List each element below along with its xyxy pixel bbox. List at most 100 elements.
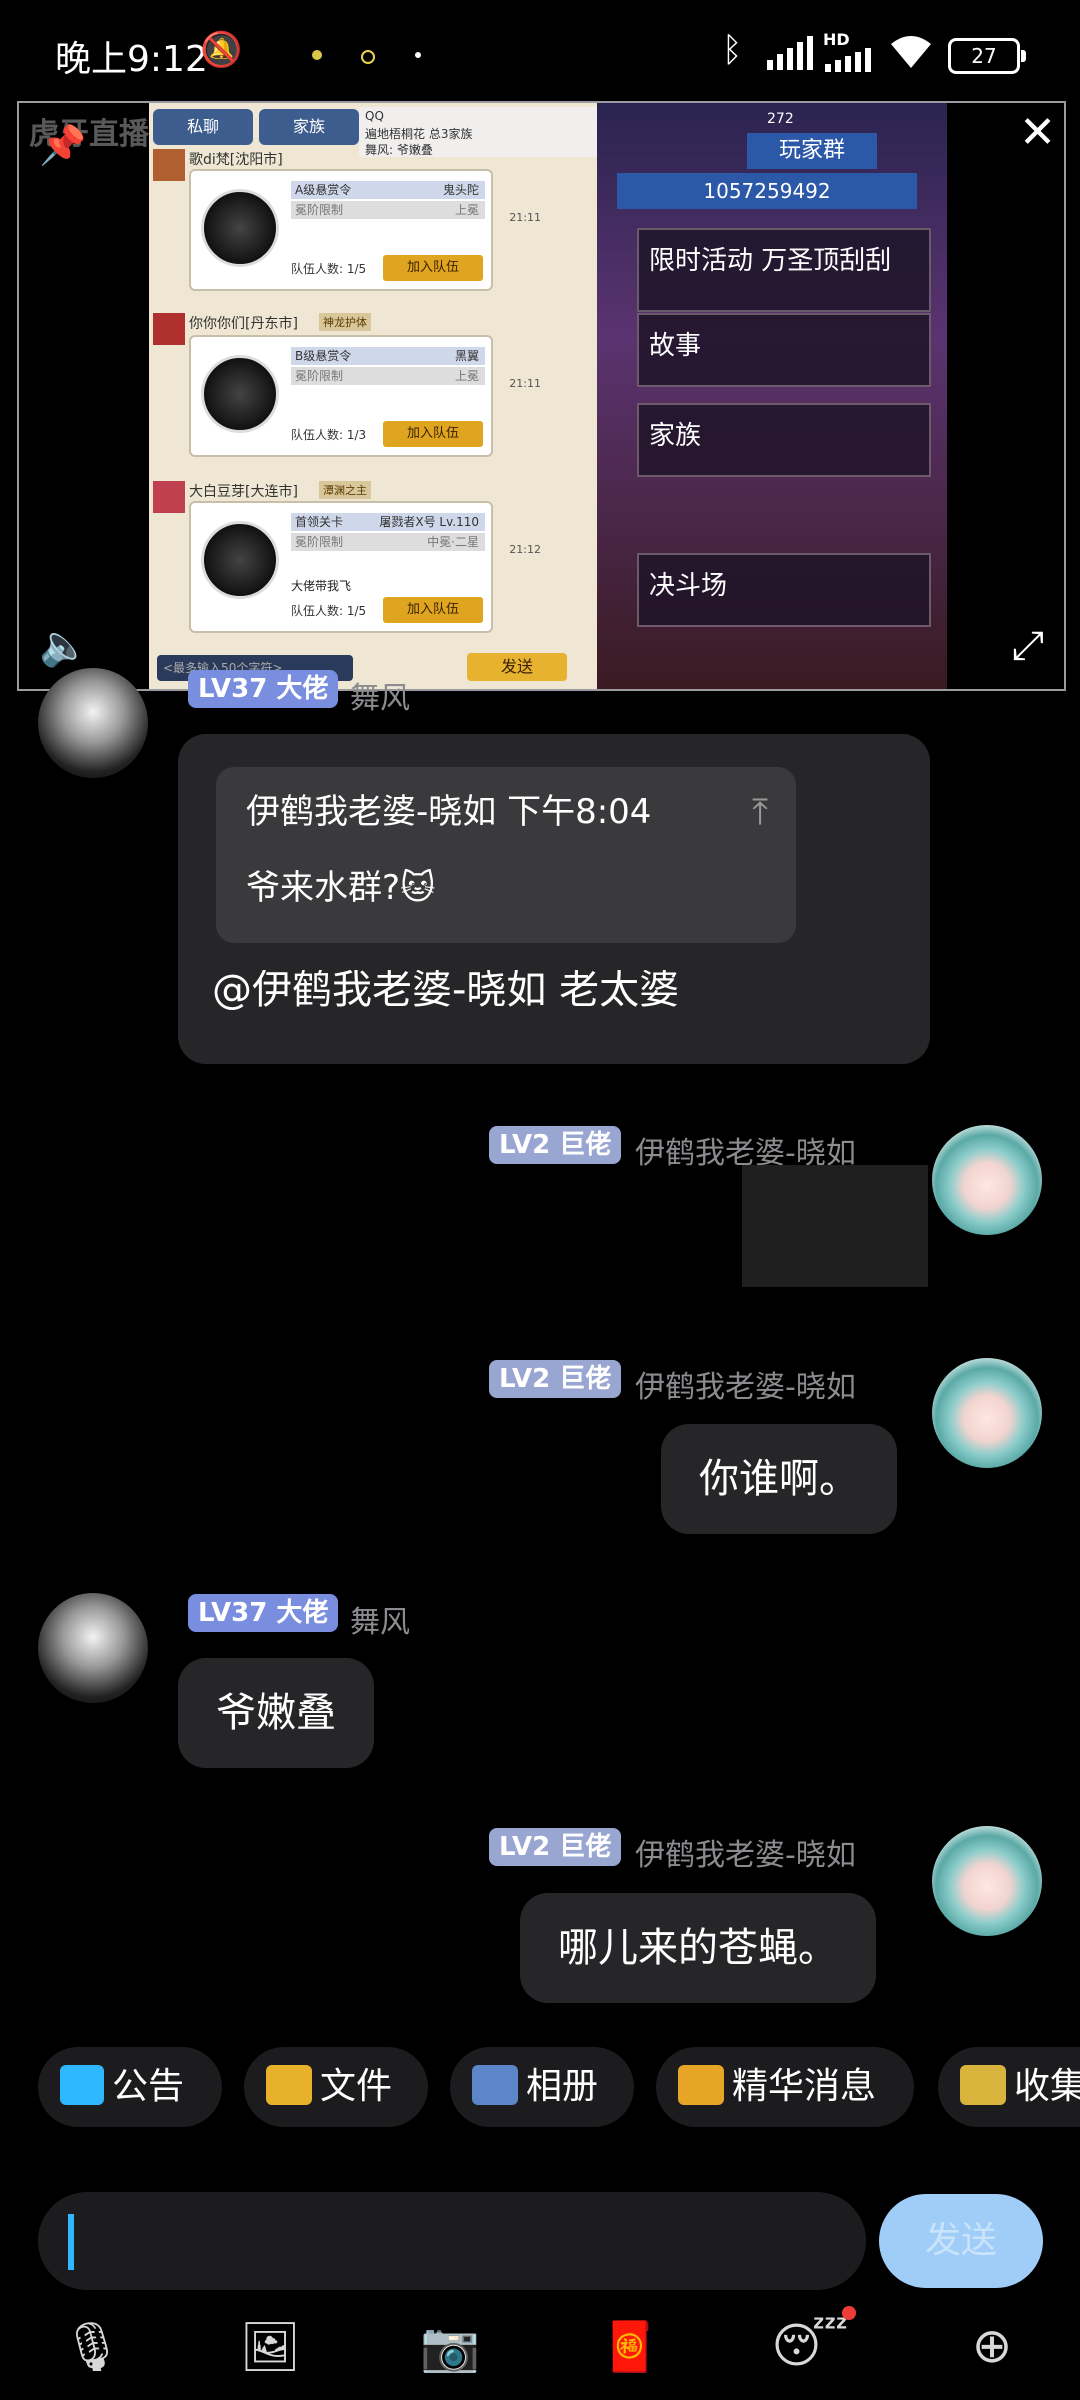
battery-icon: 27	[948, 38, 1026, 74]
card-extra: 大佬带我飞	[291, 579, 352, 593]
close-video-icon[interactable]: ✕	[1019, 107, 1056, 158]
avatar[interactable]	[932, 1826, 1042, 1936]
team-count: 队伍人数: 1/3	[291, 428, 367, 442]
family-panel: 家族	[637, 403, 931, 477]
arena-panel: 决斗场	[637, 553, 931, 627]
card-time: 21:11	[509, 211, 541, 224]
camera-icon[interactable]: 📷	[410, 2318, 490, 2375]
game-message-card: 首领关卡 屠戮者X号 Lv.110 冕阶限制 中冕·二星 大佬带我飞 队伍人数: 1…	[189, 501, 541, 633]
announcement-button[interactable]: 公告	[38, 2047, 222, 2127]
message-bubble[interactable]: 哪儿来的苍蝇。	[520, 1893, 876, 2003]
family-group-label: 玩家群	[747, 133, 877, 169]
fullscreen-icon[interactable]: ⤢	[1012, 623, 1044, 669]
message-input[interactable]	[38, 2192, 866, 2290]
plus-icon[interactable]: ⊕	[952, 2318, 1032, 2374]
status-time: 晚上9:12	[55, 39, 208, 80]
level-badge: LV2 巨佬	[489, 1360, 622, 1398]
card-line: 冕阶限制 上冕	[291, 367, 485, 385]
silent-bell-icon: 🔕	[200, 30, 243, 70]
quote-header: 伊鹤我老婆-晓如 下午8:04	[246, 792, 652, 832]
card-line: A级悬赏令 鬼头陀	[291, 181, 485, 199]
level-badge: LV2 巨佬	[489, 1126, 622, 1164]
header-number: 272	[767, 111, 794, 127]
game-tab-private: 私聊	[153, 109, 253, 145]
image-icon[interactable]: 🖼	[230, 2318, 310, 2375]
game-avatar	[153, 149, 185, 181]
signal-icon	[765, 36, 815, 74]
qq-title: QQ	[365, 109, 384, 123]
game-avatar	[153, 313, 185, 345]
avatar[interactable]	[38, 1593, 148, 1703]
level-badge: LV37 大佬	[188, 670, 339, 708]
quote-text: 爷来水群?🐱	[246, 868, 436, 908]
game-send-button: 发送	[467, 653, 567, 681]
reply-message-bubble[interactable]: 伊鹤我老婆-晓如 下午8:04 ⤒ 爷来水群?🐱 @伊鹤我老婆-晓如 老太婆	[178, 734, 930, 1064]
monster-portrait	[201, 355, 279, 433]
essence-icon	[678, 2065, 724, 2105]
sender-name[interactable]: 伊鹤我老婆-晓如	[635, 1362, 856, 1406]
game-sender: 你你你们[丹东市]	[189, 316, 298, 332]
emoji-notification-dot	[842, 2306, 856, 2320]
game-sender: 歌di梵[沈阳市]	[189, 152, 283, 168]
join-team-button: 加入队伍	[383, 255, 483, 281]
monster-portrait	[201, 189, 279, 267]
more-notifications-dot	[415, 52, 421, 58]
game-tab-family: 家族	[259, 109, 359, 145]
monster-portrait	[201, 521, 279, 599]
red-packet-icon[interactable]: 🧧	[590, 2318, 670, 2375]
card-time: 21:11	[509, 377, 541, 390]
join-team-button: 加入队伍	[383, 597, 483, 623]
event-panel: 限时活动 万圣顶刮刮	[637, 228, 931, 312]
game-avatar	[153, 481, 185, 513]
bluetooth-icon: ᛒ	[722, 30, 743, 70]
emoji-icon[interactable]: 😴	[770, 2318, 850, 2374]
story-panel: 故事	[637, 313, 931, 387]
message-bubble[interactable]: 爷嫩叠	[178, 1658, 374, 1768]
message-text: @伊鹤我老婆-晓如 老太婆	[212, 970, 680, 1010]
notification-ring-icon	[361, 50, 375, 64]
avatar[interactable]	[932, 1358, 1042, 1468]
sender-name[interactable]: 舞风	[350, 1597, 410, 1641]
card-line: B级悬赏令 黑翼	[291, 347, 485, 365]
card-line: 首领关卡 屠戮者X号 Lv.110	[291, 513, 485, 531]
message-bubble[interactable]: 你谁啊。	[661, 1424, 897, 1534]
send-button[interactable]: 发送	[879, 2194, 1043, 2288]
game-message-card: B级悬赏令 黑翼 冕阶限制 上冕 队伍人数: 1/3 加入队伍 21:11	[189, 335, 541, 457]
join-team-button: 加入队伍	[383, 421, 483, 447]
notification-dot-icon	[312, 50, 322, 60]
image-message[interactable]	[742, 1165, 928, 1287]
game-sender: 大白豆芽[大连市]	[189, 484, 298, 500]
photo-album-icon	[472, 2065, 518, 2105]
sender-name[interactable]: 舞风	[350, 673, 410, 717]
avatar[interactable]	[38, 668, 148, 778]
game-message-card: A级悬赏令 鬼头陀 冕阶限制 上冕 队伍人数: 1/5 加入队伍 21:11	[189, 169, 541, 291]
collect-button[interactable]: 收集	[938, 2047, 1080, 2127]
hd-label: HD	[823, 30, 850, 49]
avatar[interactable]	[932, 1125, 1042, 1235]
game-badge: 潭渊之主	[319, 481, 371, 499]
collect-icon	[960, 2065, 1006, 2105]
essence-messages-button[interactable]: 精华消息	[656, 2047, 914, 2127]
microphone-icon[interactable]: 🎙	[52, 2318, 132, 2375]
album-button[interactable]: 相册	[450, 2047, 634, 2127]
text-caret	[68, 2214, 74, 2270]
card-line: 冕阶限制 上冕	[291, 201, 485, 219]
files-button[interactable]: 文件	[244, 2047, 428, 2127]
quoted-message[interactable]: 伊鹤我老婆-晓如 下午8:04 ⤒ 爷来水群?🐱	[216, 767, 796, 943]
team-count: 队伍人数: 1/5	[291, 262, 367, 276]
battery-level: 27	[971, 44, 997, 68]
game-chat-panel: 私聊 家族 歌di梵[沈阳市] A级悬赏令 鬼头陀 冕阶限制 上冕 队伍人数: 1/…	[149, 103, 597, 689]
qq-subtitle: 遍地梧桐花 总3家族	[365, 127, 473, 141]
card-time: 21:12	[509, 543, 541, 556]
sender-name[interactable]: 伊鹤我老婆-晓如	[635, 1830, 856, 1874]
game-menu-panel: 272 玩家群 1057259492 限时活动 万圣顶刮刮 故事 家族 决斗场	[597, 103, 947, 689]
status-bar: 晚上9:12 🔕 ᛒ HD 27	[0, 0, 1080, 100]
folder-icon	[266, 2065, 312, 2105]
level-badge: LV2 巨佬	[489, 1828, 622, 1866]
card-line: 冕阶限制 中冕·二星	[291, 533, 485, 551]
team-count: 队伍人数: 1/5	[291, 604, 367, 618]
floating-video-window[interactable]: 虎牙直播 私聊 家族 歌di梵[沈阳市] A级悬赏令 鬼头陀 冕阶限制 上冕 队伍人…	[17, 101, 1066, 691]
volume-icon[interactable]: 🔈	[39, 622, 89, 669]
pin-icon[interactable]: 📌	[39, 123, 86, 168]
jump-to-message-icon[interactable]: ⤒	[752, 795, 768, 831]
